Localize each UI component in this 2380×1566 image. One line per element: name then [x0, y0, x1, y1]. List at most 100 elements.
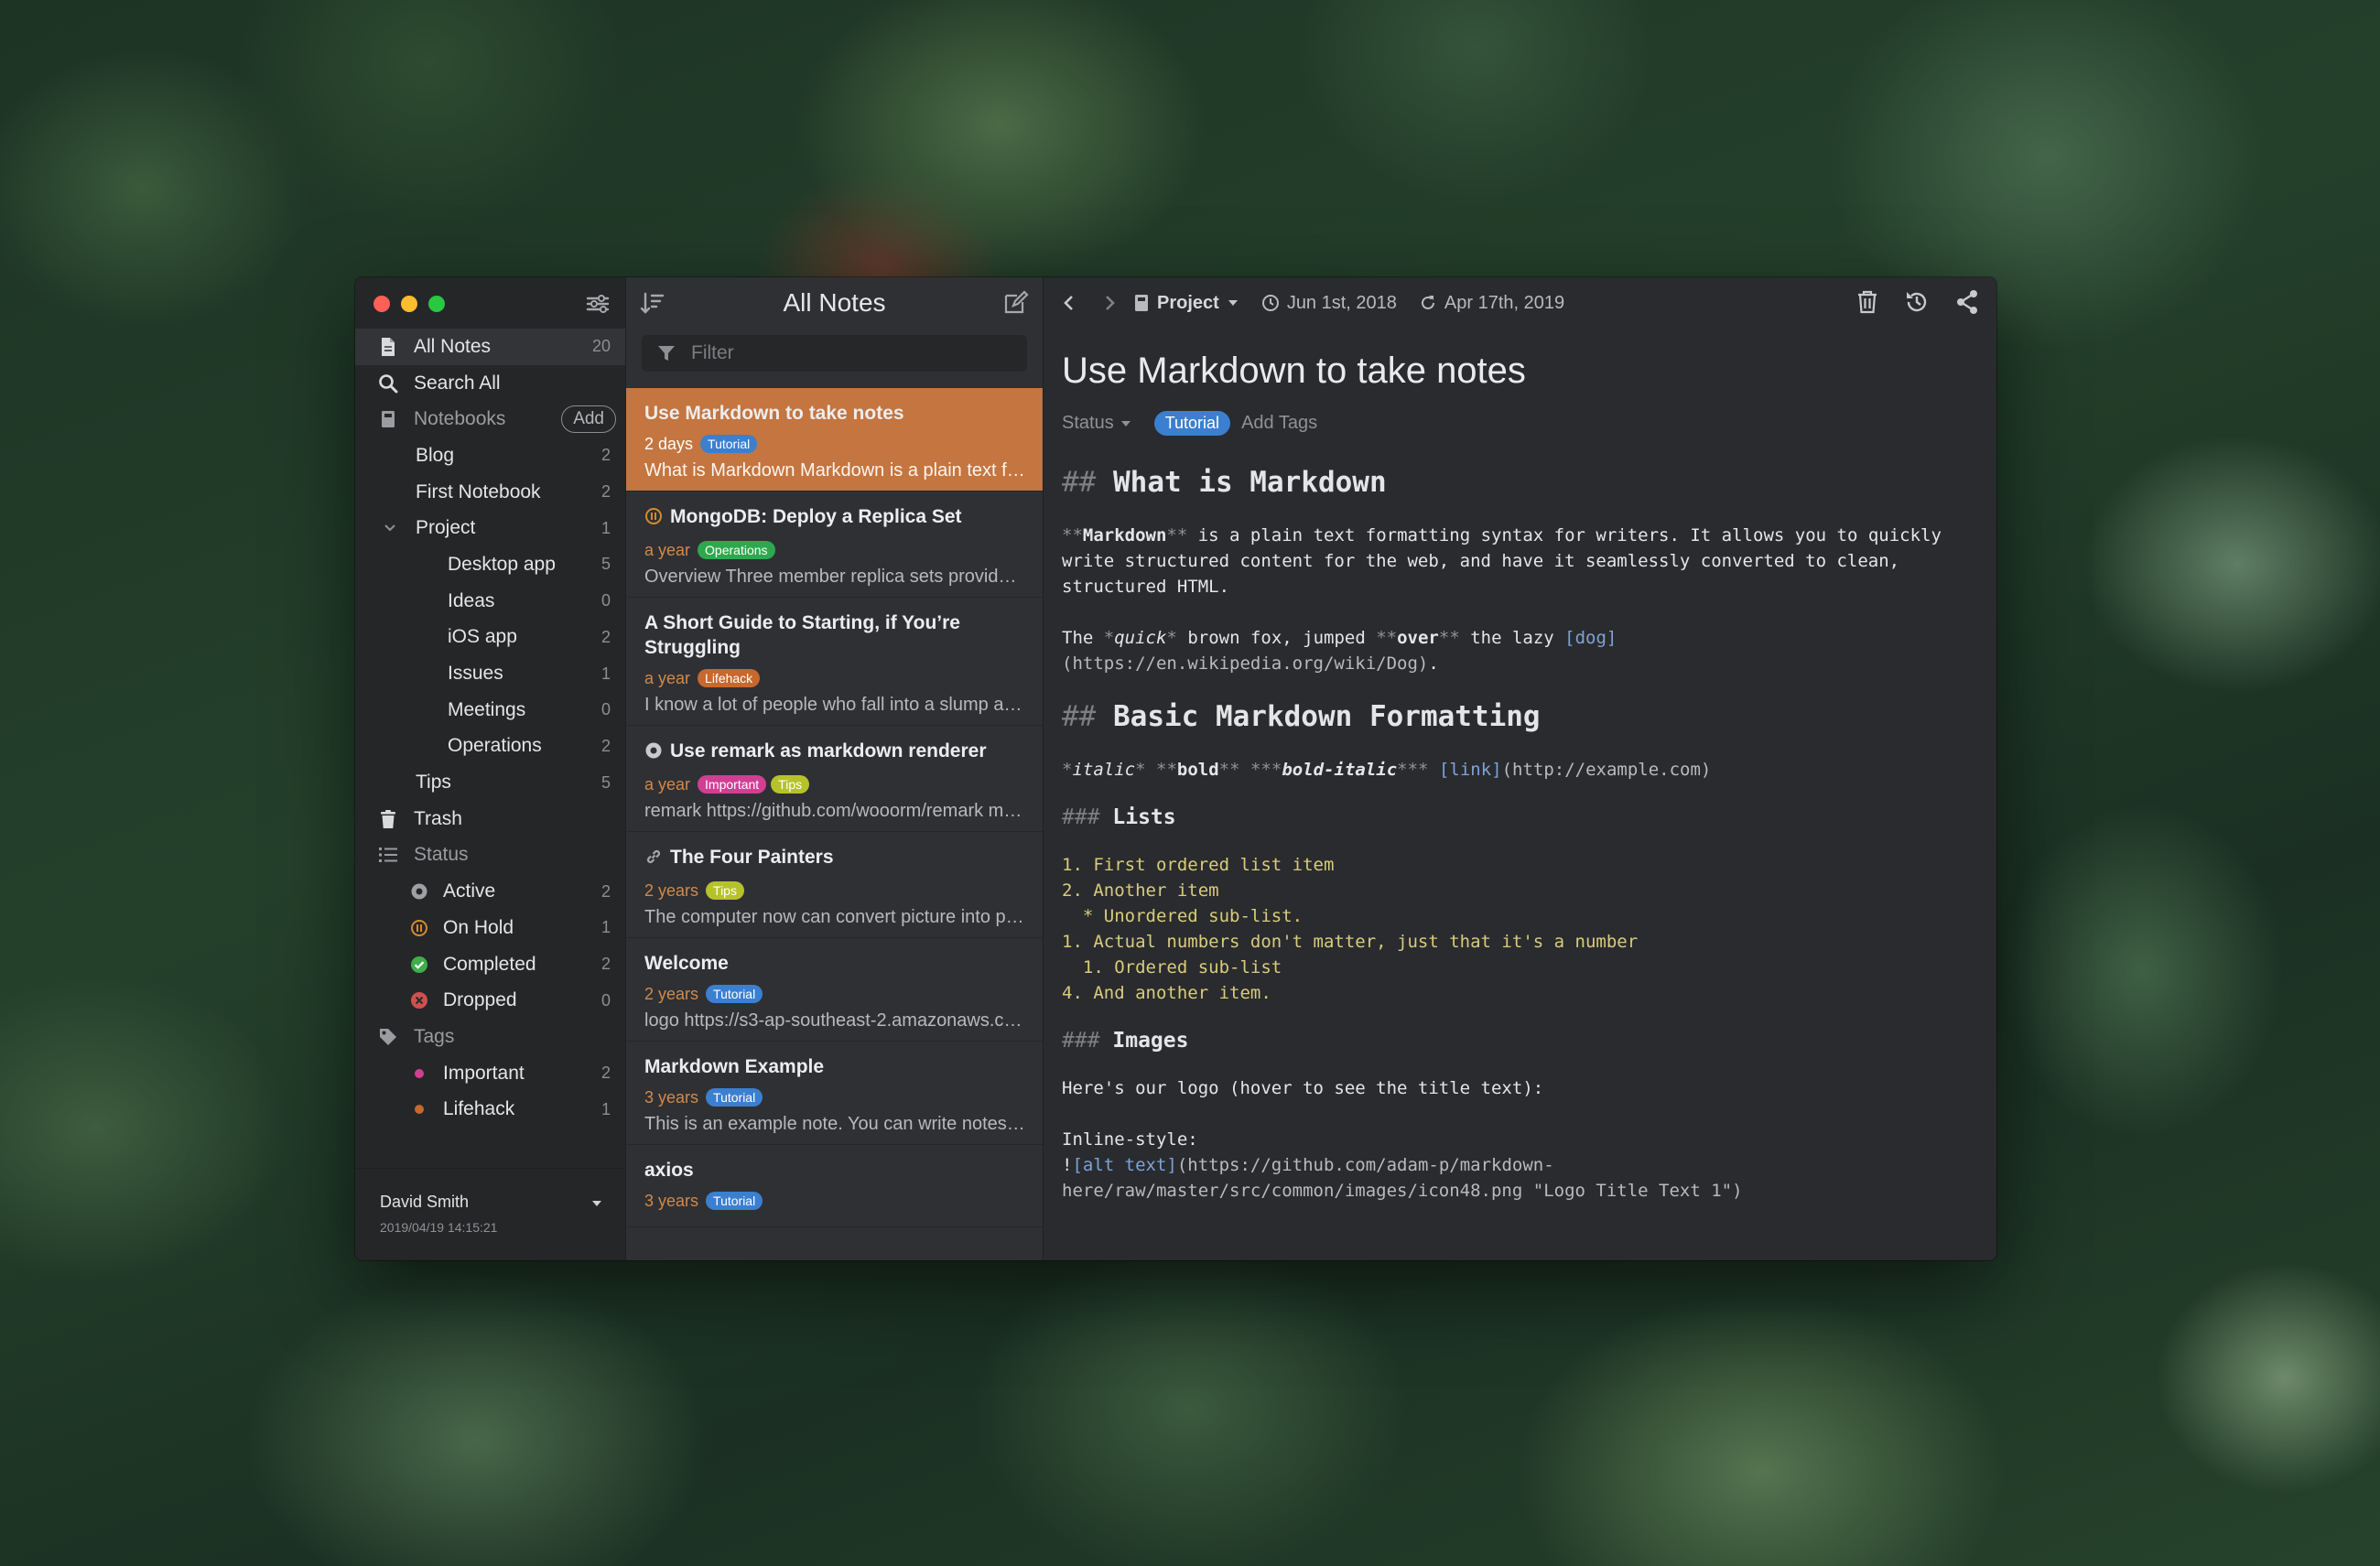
add-notebook-button[interactable]: Add	[561, 405, 616, 434]
sidebar-section-status: Status	[355, 837, 625, 874]
notes-count: 20	[591, 337, 611, 356]
note-tag-tutorial[interactable]: Tutorial	[1153, 411, 1231, 436]
last-synced: 2019/04/19 14:15:21	[380, 1220, 498, 1235]
sidebar-item-status-dropped[interactable]: Dropped 0	[355, 982, 625, 1019]
section-label: Tags	[414, 1025, 455, 1047]
note-list: Use Markdown to take notes 2 days Tutori…	[626, 388, 1043, 1260]
sidebar-item-tag-important[interactable]: Important 2	[355, 1055, 625, 1092]
note-item[interactable]: Use Markdown to take notes 2 days Tutori…	[626, 388, 1043, 491]
sidebar-item-operations[interactable]: Operations 2	[355, 729, 625, 765]
new-note-button[interactable]	[1002, 290, 1030, 320]
note-title-text: Markdown Example	[644, 1056, 825, 1077]
updated-date: Apr 17th, 2019	[1419, 293, 1564, 314]
note-item[interactable]: Markdown Example 3 years Tutorial This i…	[626, 1042, 1043, 1145]
note-item[interactable]: The Four Painters 2 years Tips The compu…	[626, 832, 1043, 938]
paragraph-1: **Markdown** is a plain text formatting …	[1062, 525, 1942, 597]
note-title-heading[interactable]: Use Markdown to take notes	[1062, 351, 1526, 392]
note-item[interactable]: Use remark as markdown renderer a year I…	[626, 726, 1043, 832]
notebook-label: Operations	[448, 735, 542, 757]
sidebar-item-all-notes[interactable]: All Notes 20	[355, 329, 625, 365]
sidebar-item-ideas[interactable]: Ideas 0	[355, 583, 625, 620]
user-account[interactable]: David Smith 2019/04/19 14:15:21	[355, 1168, 625, 1260]
tag-badge: Lifehack	[698, 669, 761, 687]
chevron-left-icon	[1064, 296, 1073, 310]
app-window: All Notes 20 Search All Notebooks Add Bl…	[355, 277, 1996, 1260]
note-meta: 2 years Tips	[644, 880, 1026, 902]
note-excerpt: Overview Three member replica sets provi…	[644, 567, 1026, 587]
tag-label: Lifehack	[443, 1098, 515, 1120]
zoom-window-button[interactable]	[428, 296, 445, 312]
sidebar-item-desktop-app[interactable]: Desktop app 5	[355, 546, 625, 583]
section-label: Notebooks	[414, 408, 506, 430]
status-dropdown[interactable]: Status	[1062, 413, 1132, 434]
sidebar-item-ios-app[interactable]: iOS app 2	[355, 620, 625, 656]
add-tags-input[interactable]: Add Tags	[1241, 413, 1317, 434]
back-button[interactable]	[1060, 293, 1078, 313]
active-status-icon	[410, 882, 428, 901]
link-text[interactable]: [dog]	[1564, 628, 1617, 648]
filter-field[interactable]	[642, 335, 1027, 372]
sidebar-item-issues[interactable]: Issues 1	[355, 655, 625, 692]
notebook-count: 5	[600, 555, 611, 574]
notebook-count: 1	[600, 664, 611, 683]
sidebar-item-status-on-hold[interactable]: On Hold 1	[355, 910, 625, 946]
sidebar-item-meetings[interactable]: Meetings 0	[355, 692, 625, 729]
notebook-label: iOS app	[448, 626, 517, 648]
user-name: David Smith	[380, 1193, 470, 1211]
tag-badge: Tutorial	[706, 1088, 763, 1107]
tag-badge: Important	[698, 775, 767, 794]
status-count: 2	[600, 881, 611, 901]
sidebar-item-tag-lifehack[interactable]: Lifehack 1	[355, 1091, 625, 1128]
markdown-content[interactable]: ## What is Markdown **Markdown** is a pla…	[1062, 462, 1978, 1204]
text-run: is a plain text formatting syntax for wr…	[1187, 525, 1942, 545]
image-url: here/raw/master/src/common/images/icon48…	[1062, 1181, 1743, 1201]
note-excerpt: What is Markdown Markdown is a plain tex…	[644, 460, 1026, 481]
note-meta: a year Important Tips	[644, 773, 1026, 795]
notebook-count: 0	[600, 591, 611, 610]
note-title-text: Use Markdown to take notes	[644, 403, 904, 424]
refresh-icon	[1421, 296, 1434, 309]
list-item: 1. First ordered list item	[1062, 855, 1335, 875]
chevron-down-icon[interactable]	[383, 517, 397, 539]
note-excerpt: The computer now can convert picture int…	[644, 907, 1026, 927]
list-item: 2. Another item	[1062, 880, 1219, 901]
tag-count: 2	[600, 1064, 611, 1083]
text-run: write structured content for the web, an…	[1062, 551, 1900, 571]
image-alt-text: [alt text]	[1072, 1155, 1177, 1175]
sidebar-item-search-all[interactable]: Search All	[355, 365, 625, 402]
note-title: MongoDB: Deploy a Replica Set	[644, 504, 1026, 532]
italic-text: quick	[1114, 628, 1167, 648]
share-button[interactable]	[1954, 288, 1980, 316]
sidebar-item-status-completed[interactable]: Completed 2	[355, 946, 625, 983]
note-item[interactable]: MongoDB: Deploy a Replica Set a year Ope…	[626, 491, 1043, 598]
sidebar-item-trash[interactable]: Trash	[355, 801, 625, 837]
note-excerpt: remark https://github.com/wooorm/remark …	[644, 801, 1026, 821]
sidebar-item-label: Search All	[414, 372, 501, 394]
status-label: Completed	[443, 953, 536, 975]
bold-text: bold	[1176, 760, 1219, 780]
notebook-dropdown[interactable]: Project	[1133, 293, 1239, 314]
delete-note-button[interactable]	[1855, 288, 1879, 316]
history-button[interactable]	[1903, 288, 1931, 316]
filter-input[interactable]	[689, 341, 1027, 365]
status-count: 0	[600, 990, 611, 1010]
note-meta: 3 years Tutorial	[644, 1086, 1026, 1108]
close-window-button[interactable]	[373, 296, 390, 312]
sidebar-item-tips[interactable]: Tips 5	[355, 764, 625, 801]
link-text[interactable]: [link]	[1439, 760, 1502, 780]
sidebar-menu-button[interactable]	[583, 290, 612, 318]
sidebar-item-first-notebook[interactable]: First Notebook 2	[355, 474, 625, 511]
sidebar-item-status-active[interactable]: Active 2	[355, 873, 625, 910]
created-date: Jun 1st, 2018	[1261, 293, 1397, 314]
forward-button[interactable]	[1100, 293, 1119, 313]
note-item[interactable]: Welcome 2 years Tutorial logo https://s3…	[626, 938, 1043, 1042]
note-item[interactable]: axios 3 years Tutorial	[626, 1145, 1043, 1227]
note-item[interactable]: A Short Guide to Starting, if You’re Str…	[626, 598, 1043, 726]
note-title-text: Use remark as markdown renderer	[670, 740, 987, 761]
caret-down-icon[interactable]	[590, 1196, 603, 1213]
minimize-window-button[interactable]	[401, 296, 417, 312]
link-icon	[644, 848, 663, 872]
sidebar-section-tags: Tags	[355, 1019, 625, 1055]
sidebar-item-blog[interactable]: Blog 2	[355, 437, 625, 474]
sidebar-item-project[interactable]: Project 1	[355, 510, 625, 546]
